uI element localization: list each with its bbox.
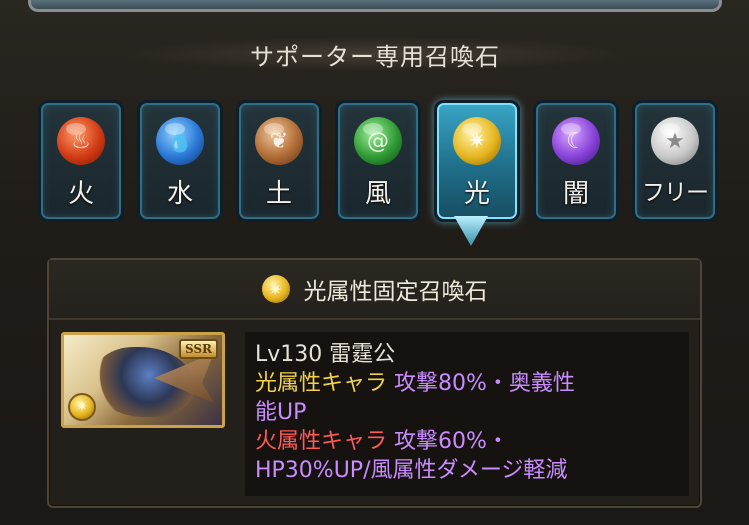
light-element-icon: ✷	[68, 393, 96, 421]
dark-orb-icon: ☾	[552, 117, 600, 165]
panel-header: ✷ 光属性固定召喚石	[49, 260, 700, 320]
tab-label: 水	[166, 179, 193, 209]
aura-effect-light-cont: 能UP	[255, 400, 307, 425]
tab-fire[interactable]: ♨ 火	[38, 100, 124, 222]
tab-earth[interactable]: ❦ 土	[236, 100, 322, 222]
element-tab-bar: ♨ 火 💧 水 ❦ 土 @ 風 ✷ 光 ☾ 闇 ★ フリー	[38, 100, 718, 225]
aura-target-light: 光属性キャラ	[255, 371, 388, 396]
free-star-orb-icon: ★	[651, 117, 699, 165]
summon-card[interactable]: SSR ✷	[61, 332, 225, 428]
tab-label: フリー	[642, 180, 709, 206]
light-orb-icon: ✷	[453, 117, 501, 165]
earth-orb-icon: ❦	[255, 117, 303, 165]
aura-line-1: 光属性キャラ 攻撃80%・奥義性	[255, 369, 679, 398]
summon-description: Lv130 雷霆公 光属性キャラ 攻撃80%・奥義性 能UP 火属性キャラ 攻撃…	[245, 332, 689, 496]
aura-target-fire: 火属性キャラ	[255, 429, 388, 454]
section-title-text: サポーター専用召喚石	[250, 42, 500, 71]
tab-free[interactable]: ★ フリー	[632, 100, 718, 222]
top-panel-edge	[28, 0, 722, 12]
tab-label: 火	[67, 179, 94, 209]
light-orb-icon: ✷	[261, 275, 290, 303]
rarity-badge: SSR	[178, 339, 218, 359]
wind-orb-icon: @	[354, 117, 402, 165]
tab-label: 風	[364, 179, 391, 209]
tab-label: 光	[463, 179, 490, 209]
summon-panel: ✷ 光属性固定召喚石 SSR ✷ Lv130 雷霆公 光属性キャラ 攻撃80%・…	[47, 258, 702, 508]
fire-orb-icon: ♨	[57, 117, 105, 165]
water-orb-icon: 💧	[156, 117, 204, 165]
tab-light[interactable]: ✷ 光	[434, 100, 520, 222]
panel-title: 光属性固定召喚石	[303, 279, 488, 305]
section-title: サポーター専用召喚石	[80, 34, 670, 74]
aura-effect-light: 攻撃80%・奥義性	[394, 371, 575, 396]
tab-water[interactable]: 💧 水	[137, 100, 223, 222]
aura-effect-fire: 攻撃60%・	[394, 429, 509, 454]
tab-wind[interactable]: @ 風	[335, 100, 421, 222]
aura-line-2: 火属性キャラ 攻撃60%・	[255, 427, 679, 456]
summon-name: Lv130 雷霆公	[255, 342, 396, 367]
tab-label: 土	[265, 179, 292, 209]
tab-label: 闇	[562, 179, 589, 209]
aura-effect-fire-cont: HP30%UP/風属性ダメージ軽減	[255, 458, 568, 483]
tab-dark[interactable]: ☾ 闇	[533, 100, 619, 222]
